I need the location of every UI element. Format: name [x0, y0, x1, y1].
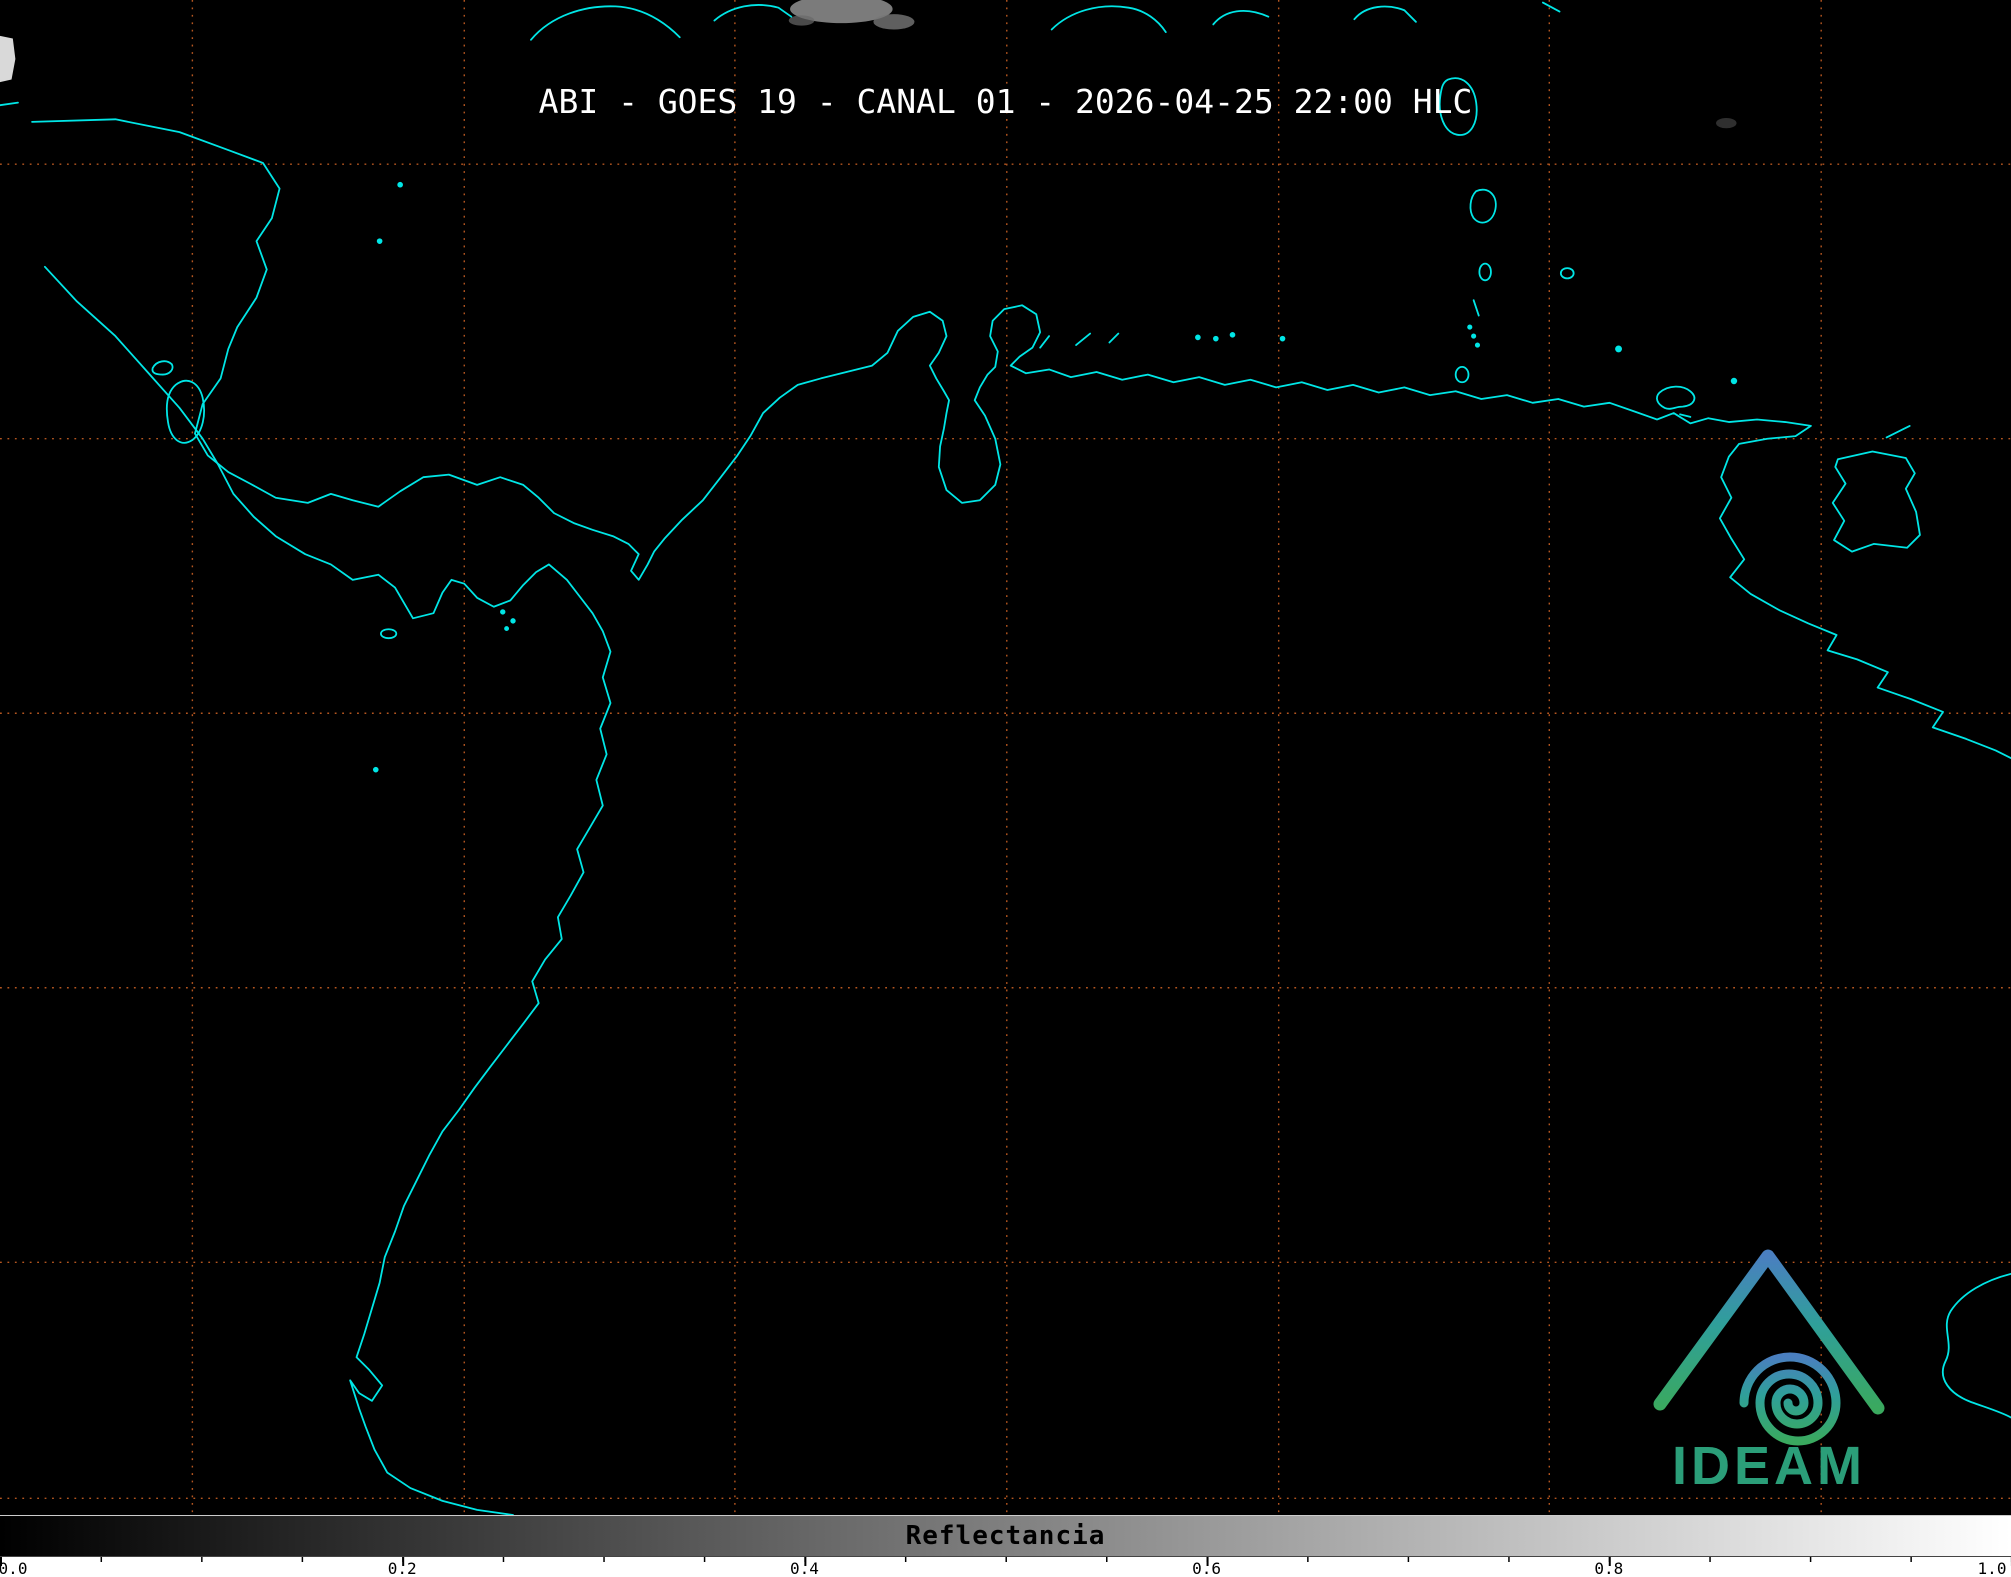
ideam-logo: IDEAM — [1650, 1238, 1890, 1493]
tick-label-4: 0.8 — [1594, 1561, 1623, 1577]
colorbar-axis: 0.0 0.2 0.4 0.6 0.8 1.0 — [0, 1557, 2011, 1577]
coastline-top-fragments — [531, 3, 1560, 40]
cyclone-spiral-icon — [1744, 1357, 1836, 1441]
river-right-edge — [1943, 1274, 2011, 1418]
tick-label-1: 0.2 — [388, 1561, 417, 1577]
coastline-pacific — [45, 267, 611, 1515]
logo-text: IDEAM — [1672, 1436, 1866, 1493]
satellite-image-viewport: ABI - GOES 19 - CANAL 01 - 2026-04-25 22… — [0, 0, 2011, 1577]
tick-label-3: 0.6 — [1192, 1561, 1221, 1577]
tick-label-5: 1.0 — [1978, 1561, 2007, 1577]
colorbar-label: Reflectancia — [906, 1521, 1106, 1551]
colorbar-gradient: Reflectancia — [0, 1515, 2011, 1557]
coastline-caribbean — [0, 103, 2011, 760]
tick-label-2: 0.4 — [790, 1561, 819, 1577]
product-title: ABI - GOES 19 - CANAL 01 - 2026-04-25 22… — [0, 82, 2011, 121]
colorbar-major-ticks — [0, 1557, 2011, 1566]
small-islands — [374, 183, 515, 772]
trinidad-tobago-islands — [1833, 426, 1920, 552]
tick-label-0: 0.0 — [0, 1561, 27, 1577]
lesser-antilles-islands — [1440, 78, 1574, 382]
